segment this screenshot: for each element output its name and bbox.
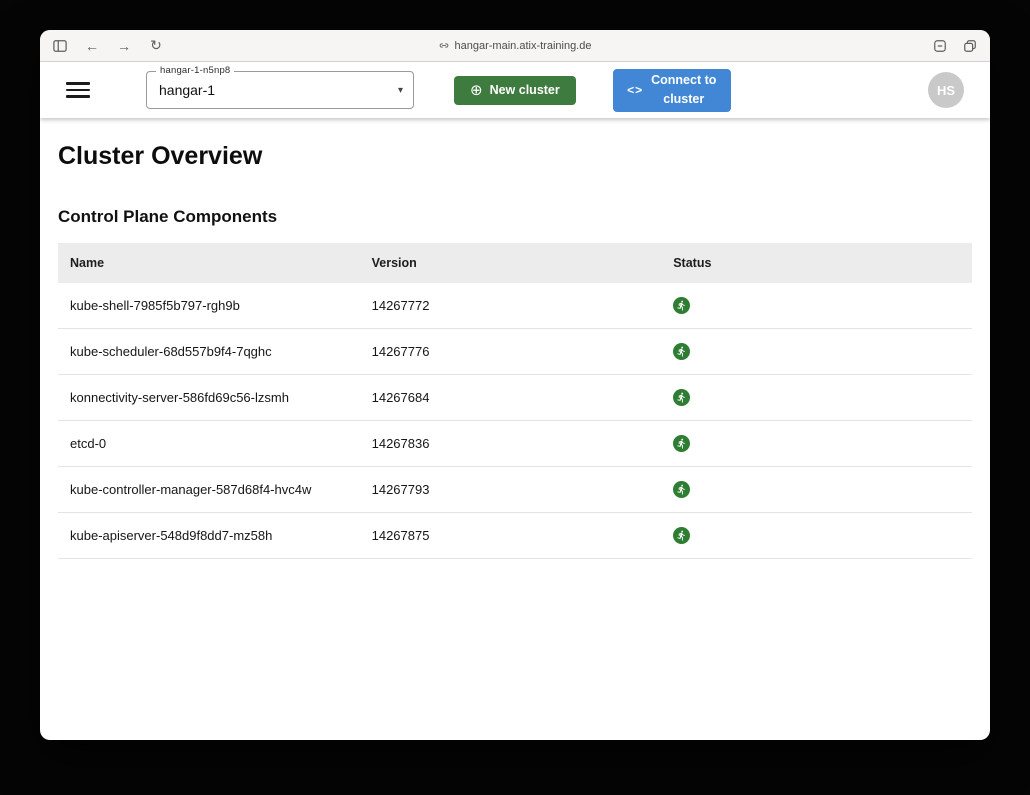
cluster-select[interactable]: hangar-1-n5np8 hangar-1 ▾ <box>146 71 414 109</box>
running-status-icon <box>673 343 690 360</box>
table-row[interactable]: kube-shell-7985f5b797-rgh9b 14267772 <box>58 283 972 329</box>
component-name: etcd-0 <box>58 421 360 467</box>
address-bar[interactable]: hangar-main.atix-training.de <box>439 40 592 52</box>
component-name: kube-apiserver-548d9f8dd7-mz58h <box>58 513 360 559</box>
table-row[interactable]: konnectivity-server-586fd69c56-lzsmh 142… <box>58 375 972 421</box>
sidebar-toggle-icon[interactable] <box>52 38 68 54</box>
component-version: 14267772 <box>360 283 662 329</box>
reader-view-icon[interactable] <box>932 38 948 54</box>
avatar-initials: HS <box>937 83 955 98</box>
table-row[interactable]: kube-controller-manager-587d68f4-hvc4w 1… <box>58 467 972 513</box>
forward-button-icon[interactable]: → <box>116 38 132 54</box>
new-cluster-label: New cluster <box>490 83 560 97</box>
plus-circle-icon: ⊕ <box>470 83 483 98</box>
table-header-row: Name Version Status <box>58 243 972 283</box>
menu-icon[interactable] <box>66 82 90 98</box>
url-text: hangar-main.atix-training.de <box>455 40 592 52</box>
column-header-name: Name <box>58 243 360 283</box>
user-avatar[interactable]: HS <box>928 72 964 108</box>
browser-window: ← → ↻ hangar-main.atix-training.de hanga… <box>40 30 990 740</box>
component-name: kube-shell-7985f5b797-rgh9b <box>58 283 360 329</box>
component-version: 14267684 <box>360 375 662 421</box>
column-header-status: Status <box>661 243 972 283</box>
tab-overview-icon[interactable] <box>962 38 978 54</box>
table-row[interactable]: etcd-0 14267836 <box>58 421 972 467</box>
table-row[interactable]: kube-scheduler-68d557b9f4-7qghc 14267776 <box>58 329 972 375</box>
chevron-down-icon: ▾ <box>398 85 403 96</box>
link-icon <box>439 40 450 51</box>
component-version: 14267793 <box>360 467 662 513</box>
component-version: 14267875 <box>360 513 662 559</box>
cluster-select-value: hangar-1 <box>159 82 215 98</box>
section-title: Control Plane Components <box>58 207 972 227</box>
browser-chrome: ← → ↻ hangar-main.atix-training.de <box>40 30 990 62</box>
running-status-icon <box>673 389 690 406</box>
running-status-icon <box>673 527 690 544</box>
component-name: kube-scheduler-68d557b9f4-7qghc <box>58 329 360 375</box>
column-header-version: Version <box>360 243 662 283</box>
page-title: Cluster Overview <box>58 142 972 171</box>
table-row[interactable]: kube-apiserver-548d9f8dd7-mz58h 14267875 <box>58 513 972 559</box>
code-brackets-icon: <> <box>627 81 643 99</box>
component-name: kube-controller-manager-587d68f4-hvc4w <box>58 467 360 513</box>
main-content: Cluster Overview Control Plane Component… <box>40 118 990 559</box>
running-status-icon <box>673 481 690 498</box>
component-version: 14267776 <box>360 329 662 375</box>
new-cluster-button[interactable]: ⊕ New cluster <box>454 76 576 105</box>
back-button-icon[interactable]: ← <box>84 38 100 54</box>
connect-label-line1: Connect to <box>651 73 716 87</box>
component-name: konnectivity-server-586fd69c56-lzsmh <box>58 375 360 421</box>
reload-icon[interactable]: ↻ <box>148 38 164 54</box>
control-plane-table: Name Version Status kube-shell-7985f5b79… <box>58 243 972 559</box>
connect-to-cluster-button[interactable]: <> Connect to cluster <box>613 69 731 112</box>
component-version: 14267836 <box>360 421 662 467</box>
connect-label-line2: cluster <box>663 92 704 106</box>
app-toolbar: hangar-1-n5np8 hangar-1 ▾ ⊕ New cluster … <box>40 62 990 118</box>
cluster-select-label: hangar-1-n5np8 <box>156 65 234 76</box>
running-status-icon <box>673 435 690 452</box>
running-status-icon <box>673 297 690 314</box>
